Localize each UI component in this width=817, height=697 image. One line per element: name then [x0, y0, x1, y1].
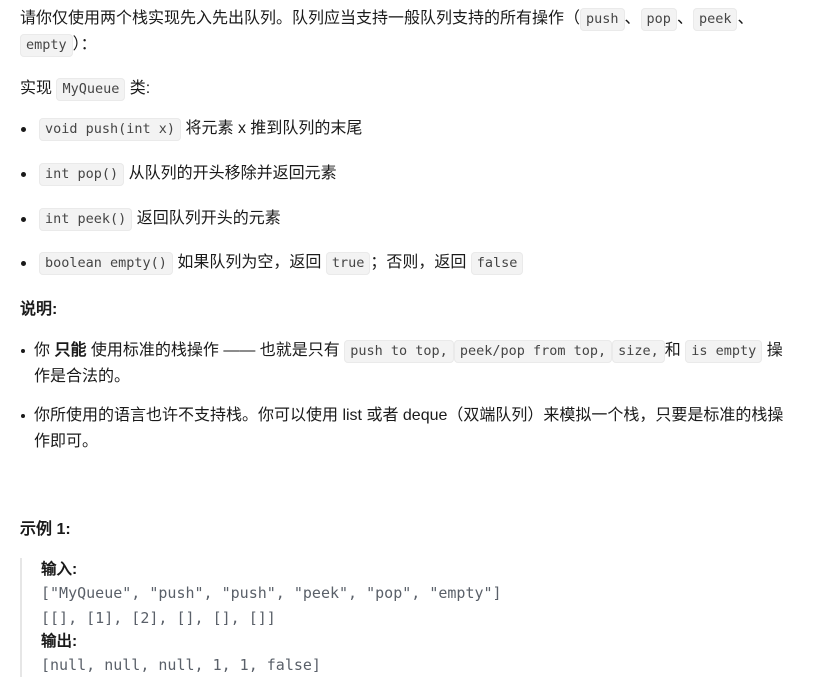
list-item: void push(int x) 将元素 x 推到队列的末尾 — [20, 116, 795, 142]
method-description: 返回队列开头的元素 — [136, 209, 281, 227]
note-text-and: 和 — [664, 342, 686, 360]
code-span-size: size, — [612, 340, 665, 364]
list-item: int pop() 从队列的开头移除并返回元素 — [20, 161, 795, 187]
code-span-myqueue: MyQueue — [56, 77, 126, 101]
method-description-middle: ；否则，返回 — [370, 254, 471, 272]
implement-suffix: 类: — [125, 79, 151, 97]
api-method-list: void push(int x) 将元素 x 推到队列的末尾 int pop()… — [20, 116, 795, 277]
example-heading: 示例 1: — [20, 520, 71, 538]
note-text-language: 你所使用的语言也许不支持栈。你可以使用 list 或者 deque（双端队列）来… — [34, 407, 784, 451]
example-blockquote: 输入: ["MyQueue", "push", "push", "peek", … — [20, 557, 795, 678]
input-label: 输入: — [41, 560, 78, 578]
method-signature: boolean empty() — [39, 252, 173, 276]
intro-separator-3: 、 — [737, 10, 754, 27]
code-span-peek-pop-from-top: peek/pop from top, — [453, 340, 613, 364]
intro-separator-2: 、 — [676, 10, 693, 27]
note-text-part2: 使用标准的栈操作 —— 也就是只有 — [86, 342, 345, 360]
intro-text-lead: 请你仅使用两个栈实现先入先出队列。队列应当支持一般队列支持的所有操作（ — [20, 10, 581, 27]
note-emphasis: 只能 — [54, 342, 87, 360]
code-span-peek: peek — [692, 8, 738, 31]
code-span-empty: empty — [20, 33, 73, 57]
notes-list: 你 只能 使用标准的栈操作 —— 也就是只有 push to top, peek/… — [20, 338, 795, 455]
intro-paragraph: 请你仅使用两个栈实现先入先出队列。队列应当支持一般队列支持的所有操作（ push、… — [20, 6, 795, 58]
intro-text-tail: ）： — [72, 35, 97, 53]
method-signature: int pop() — [39, 162, 125, 186]
code-span-false: false — [470, 252, 524, 276]
intro-separator-1: 、 — [624, 10, 641, 27]
list-item: int peek() 返回队列开头的元素 — [20, 206, 795, 232]
list-item: 你所使用的语言也许不支持栈。你可以使用 list 或者 deque（双端队列）来… — [20, 403, 795, 455]
code-span-true: true — [325, 252, 371, 276]
method-signature: void push(int x) — [39, 117, 182, 141]
notes-heading: 说明: — [20, 301, 58, 319]
code-span-push-to-top: push to top, — [344, 340, 454, 364]
implement-class-paragraph: 实现 MyQueue 类: — [20, 76, 795, 102]
code-span-is-empty: is empty — [685, 340, 763, 364]
note-text-part1: 你 — [34, 342, 55, 360]
code-span-push: push — [580, 8, 625, 31]
method-description-before: 如果队列为空，返回 — [177, 254, 326, 272]
output-label: 输出: — [41, 632, 78, 650]
problem-statement-page: 请你仅使用两个栈实现先入先出队列。队列应当支持一般队列支持的所有操作（ push、… — [0, 0, 817, 678]
method-description: 将元素 x 推到队列的末尾 — [185, 119, 363, 137]
method-signature: int peek() — [39, 207, 133, 231]
list-item: boolean empty() 如果队列为空，返回 true ；否则，返回 fal… — [20, 250, 795, 276]
output-code-block: [null, null, null, 1, 1, false] — [41, 656, 321, 675]
code-span-pop: pop — [640, 8, 677, 31]
list-item: 你 只能 使用标准的栈操作 —— 也就是只有 push to top, peek/… — [20, 338, 795, 390]
implement-prefix: 实现 — [20, 79, 57, 97]
method-description: 从队列的开头移除并返回元素 — [128, 164, 337, 182]
input-code-block: ["MyQueue", "push", "push", "peek", "pop… — [41, 584, 502, 627]
